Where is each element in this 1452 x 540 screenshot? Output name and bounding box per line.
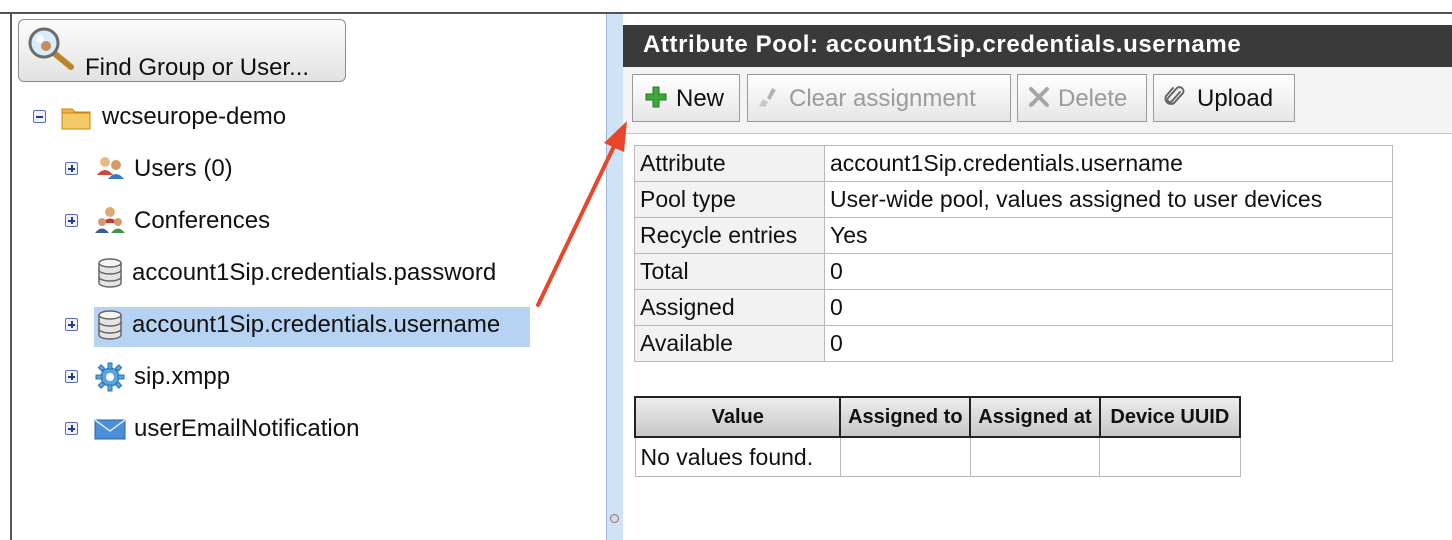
tree-item-password-pool[interactable]: account1Sip.credentials.password [12, 255, 606, 291]
tree-item-conferences[interactable]: Conferences [12, 203, 606, 239]
table-cell [1099, 436, 1241, 477]
attribute-key: Total [634, 253, 825, 290]
upload-button[interactable]: Upload [1153, 74, 1295, 122]
tree-item-user-email-notification[interactable]: userEmailNotification [12, 411, 606, 447]
delete-icon [1029, 87, 1049, 107]
attribute-key: Available [634, 325, 825, 362]
tree-item-wcseurope-demo[interactable]: wcseurope-demo [12, 99, 606, 135]
attribute-value: Yes [824, 217, 1393, 254]
attribute-value: User-wide pool, values assigned to user … [824, 181, 1393, 218]
new-button[interactable]: New [632, 74, 740, 122]
database-icon [98, 258, 122, 288]
paperclip-icon [1164, 86, 1185, 105]
column-header-assigned-to[interactable]: Assigned to [839, 396, 972, 438]
empty-message: No values found. [634, 436, 841, 477]
splitter-handle[interactable] [610, 514, 619, 523]
tree-panel: Find Group or User... wcseurope-demo Use… [12, 14, 606, 540]
table-cell [969, 436, 1101, 477]
table-row: Assigned 0 [634, 289, 1393, 326]
attribute-value: 0 [824, 325, 1393, 362]
clear-assignment-button[interactable]: Clear assignment [747, 74, 1011, 122]
tree-item-label: account1Sip.credentials.username [132, 311, 501, 338]
collapse-toggle[interactable] [33, 110, 46, 123]
gear-icon [95, 362, 125, 392]
expand-toggle[interactable] [65, 370, 78, 383]
toolbar: New Clear assignment Delete Upload [623, 67, 1452, 134]
find-group-or-user-button[interactable]: Find Group or User... [18, 19, 346, 82]
plus-icon [645, 86, 667, 108]
brush-icon [759, 88, 776, 107]
expand-toggle[interactable] [65, 318, 78, 331]
table-cell [839, 436, 971, 477]
panel-title: Attribute Pool: account1Sip.credentials.… [643, 31, 1242, 58]
folder-icon [61, 108, 91, 130]
pool-values-table: Value Assigned to Assigned at Device UUI… [633, 396, 1242, 477]
panel-header: Attribute Pool: account1Sip.credentials.… [623, 25, 1452, 67]
expand-toggle[interactable] [65, 214, 78, 227]
expand-toggle[interactable] [65, 422, 78, 435]
table-row: Available 0 [634, 325, 1393, 362]
attribute-pool-panel: Attribute Pool: account1Sip.credentials.… [623, 14, 1452, 540]
table-row: Pool type User-wide pool, values assigne… [634, 181, 1393, 218]
attribute-value: 0 [824, 289, 1393, 326]
column-header-value[interactable]: Value [633, 396, 842, 438]
column-header-assigned-at[interactable]: Assigned at [969, 396, 1101, 438]
delete-button[interactable]: Delete [1017, 74, 1147, 122]
column-header-device-uuid[interactable]: Device UUID [1098, 396, 1242, 438]
panel-splitter[interactable] [606, 14, 623, 540]
tree-item-label: Conferences [134, 207, 271, 234]
table-row: Attribute account1Sip.credentials.userna… [634, 145, 1393, 182]
attribute-key: Assigned [634, 289, 825, 326]
table-header-row: Value Assigned to Assigned at Device UUI… [633, 396, 1242, 438]
expand-toggle[interactable] [65, 162, 78, 175]
users-icon [97, 157, 124, 179]
conference-icon [95, 207, 125, 233]
attribute-value: 0 [824, 253, 1393, 290]
envelope-icon [94, 419, 126, 440]
tree-item-label: sip.xmpp [134, 363, 231, 390]
tree-item-label: account1Sip.credentials.password [132, 259, 497, 286]
tree-item-username-pool[interactable]: account1Sip.credentials.username [12, 307, 606, 347]
tree-item-label: Users (0) [134, 155, 233, 182]
database-icon [98, 310, 122, 340]
find-button-label: Find Group or User... [85, 54, 310, 81]
table-row: Total 0 [634, 253, 1393, 290]
attribute-details-table: Attribute account1Sip.credentials.userna… [634, 145, 1393, 362]
table-row: No values found. [634, 436, 1241, 477]
tree-item-label: userEmailNotification [134, 415, 360, 442]
tree-item-sip-xmpp[interactable]: sip.xmpp [12, 359, 606, 395]
attribute-key: Pool type [634, 181, 825, 218]
tree-item-label: wcseurope-demo [102, 103, 287, 130]
magnifier-icon [28, 27, 74, 70]
attribute-key: Recycle entries [634, 217, 825, 254]
table-row: Recycle entries Yes [634, 217, 1393, 254]
attribute-key: Attribute [634, 145, 825, 182]
attribute-value: account1Sip.credentials.username [824, 145, 1393, 182]
tree-item-users[interactable]: Users (0) [12, 151, 606, 187]
